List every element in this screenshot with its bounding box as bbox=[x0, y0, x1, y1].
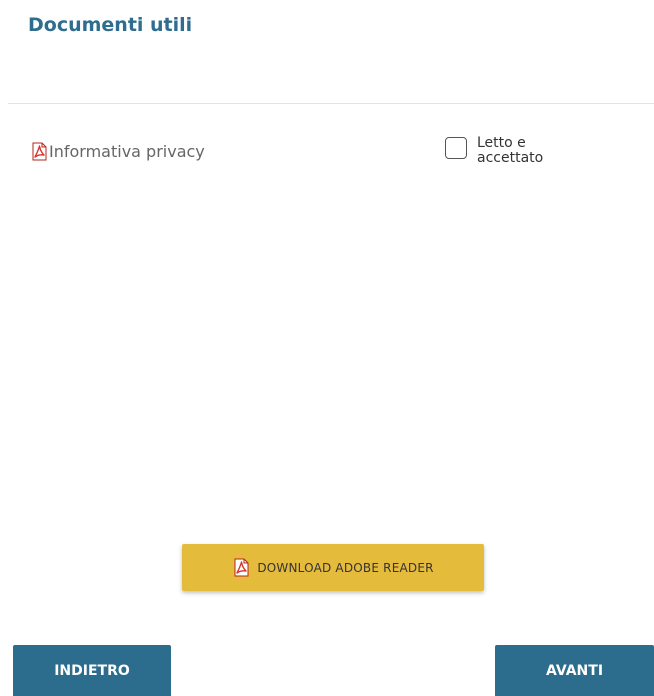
page-title: Documenti utili bbox=[28, 14, 193, 36]
pdf-icon bbox=[232, 558, 251, 577]
back-button[interactable]: INDIETRO bbox=[13, 645, 171, 696]
document-link-informativa-privacy[interactable]: Informativa privacy bbox=[30, 142, 205, 161]
accept-checkbox-group[interactable]: Letto e accettato bbox=[445, 136, 563, 166]
document-label[interactable]: Informativa privacy bbox=[49, 142, 205, 161]
accept-checkbox-label[interactable]: Letto e accettato bbox=[477, 136, 563, 166]
download-adobe-reader-label: DOWNLOAD ADOBE READER bbox=[257, 560, 434, 575]
pdf-icon bbox=[30, 142, 49, 161]
next-button[interactable]: AVANTI bbox=[495, 645, 654, 696]
download-adobe-reader-button[interactable]: DOWNLOAD ADOBE READER bbox=[182, 544, 484, 591]
section-divider bbox=[8, 103, 654, 104]
accept-checkbox[interactable] bbox=[445, 137, 467, 159]
